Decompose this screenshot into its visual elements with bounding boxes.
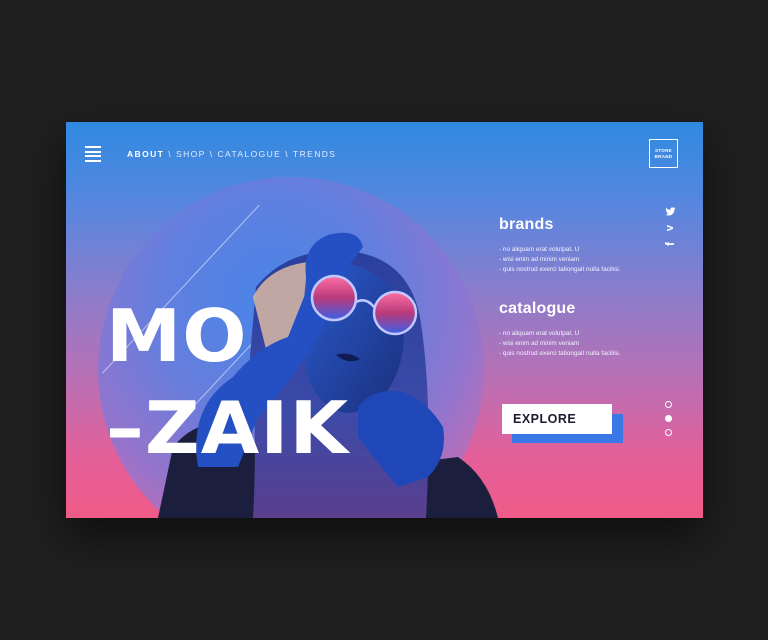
nav-separator: \ [285, 149, 290, 159]
nav-item-trends[interactable]: TRENDS [293, 149, 336, 159]
explore-button[interactable]: EXPLORE [502, 404, 612, 434]
slider-dot-2[interactable] [665, 415, 672, 422]
hero-title-line1: MO [106, 294, 248, 378]
nav-separator: \ [209, 149, 214, 159]
logo-line-brand: BRAND [654, 153, 673, 159]
twitter-icon[interactable] [663, 204, 677, 218]
catalogue-heading: catalogue [499, 300, 576, 317]
nav-item-about[interactable]: ABOUT [127, 149, 164, 159]
hero-banner: ABOUT \ SHOP \ CATALOGUE \ TRENDS STORE BRAND [66, 122, 703, 518]
list-item: - quis nostrud exerci tationgait nulla f… [499, 350, 621, 357]
facebook-icon[interactable]: f [663, 237, 677, 251]
store-brand-logo[interactable]: STORE BRAND [649, 139, 678, 168]
main-nav: ABOUT \ SHOP \ CATALOGUE \ TRENDS [127, 149, 336, 159]
brands-list: - no aliquam erat volutpat. U - wisi eni… [499, 245, 620, 275]
nav-separator: \ [168, 149, 172, 159]
list-item: - wisi enim ad minim veniam [499, 256, 580, 263]
list-item: - no aliquam erat volutpat. U [499, 330, 580, 337]
hero-title: MO –ZAIK [106, 290, 349, 474]
brands-heading: brands [499, 216, 554, 233]
list-item: - wisi enim ad minim veniam [499, 340, 580, 347]
hamburger-menu-icon[interactable] [85, 146, 101, 162]
slider-dot-3[interactable] [665, 429, 672, 436]
hero-title-line2: –ZAIK [106, 386, 350, 470]
catalogue-list: - no aliquam erat volutpat. U - wisi eni… [499, 329, 620, 359]
list-item: - quis nostrud exerci tationgait nulla f… [499, 266, 621, 273]
slider-dot-1[interactable] [665, 401, 672, 408]
nav-item-shop[interactable]: SHOP [176, 149, 206, 159]
nav-item-catalogue[interactable]: CATALOGUE [217, 149, 281, 159]
vimeo-icon[interactable]: v [663, 221, 677, 235]
list-item: - no aliquam erat volutpat. U [499, 246, 580, 253]
